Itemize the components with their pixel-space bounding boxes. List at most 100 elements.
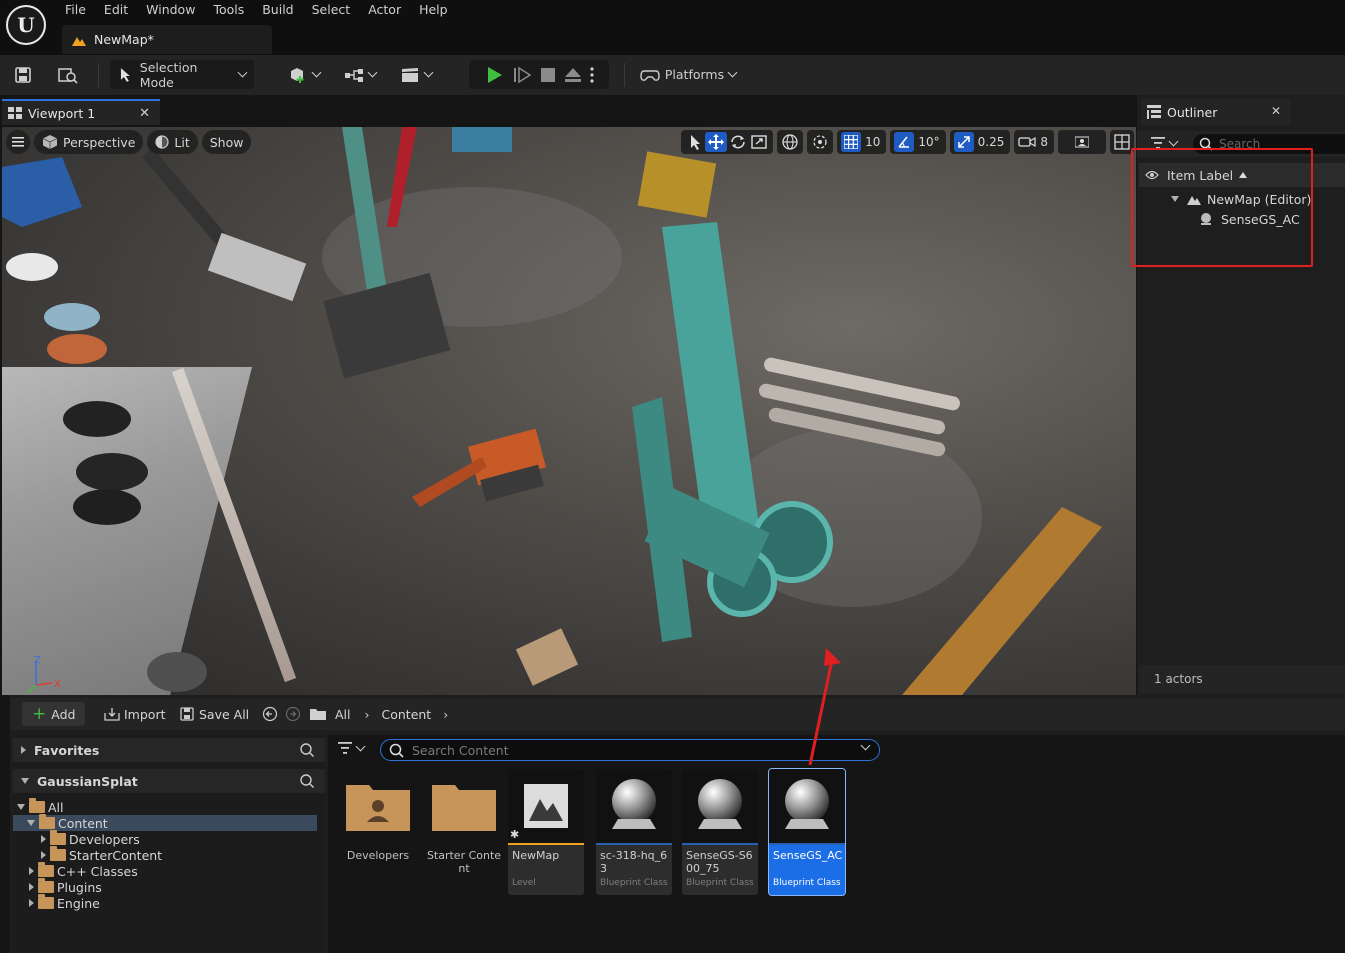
yellow-crane-boom xyxy=(902,507,1102,695)
more-options-icon[interactable] xyxy=(589,66,595,84)
search-icon[interactable] xyxy=(299,773,315,789)
breadcrumb-all[interactable]: All xyxy=(335,707,351,722)
folder-engine[interactable]: Engine xyxy=(29,894,100,911)
expand-arrow-icon[interactable] xyxy=(29,867,34,875)
save-all-button[interactable]: Save All xyxy=(180,703,249,725)
select-arrow-icon[interactable] xyxy=(685,133,705,151)
menu-help[interactable]: Help xyxy=(410,0,457,20)
show-button[interactable]: Show xyxy=(201,130,252,154)
play-icon[interactable] xyxy=(483,66,505,84)
close-icon[interactable]: ✕ xyxy=(1271,104,1281,118)
menu-actor[interactable]: Actor xyxy=(359,0,410,20)
chevron-right-icon[interactable]: › xyxy=(443,707,448,722)
folder-all[interactable]: All xyxy=(17,798,317,815)
cinematics-button[interactable] xyxy=(396,60,436,89)
folder-cpp-classes[interactable]: C++ Classes xyxy=(29,862,138,879)
axis-x-label: X xyxy=(54,679,61,690)
blueprints-button[interactable] xyxy=(340,60,380,89)
rotation-snap-value: 10° xyxy=(918,135,940,149)
expand-arrow-icon[interactable] xyxy=(41,851,46,859)
content-search-input[interactable]: Search Content xyxy=(380,739,880,761)
lit-button[interactable]: Lit xyxy=(147,130,198,154)
browse-button[interactable] xyxy=(54,60,82,89)
sphere-icon xyxy=(785,779,829,829)
asset-tile-developers[interactable]: Developers xyxy=(340,769,416,895)
asset-tile-sensegs-s600[interactable]: SenseGS-S600_75 Blueprint Class xyxy=(682,769,758,895)
viewport-tab[interactable]: Viewport 1 ✕ xyxy=(2,99,160,125)
folder-browse-button[interactable] xyxy=(309,703,327,725)
asset-tile-starter-content[interactable]: Starter Content xyxy=(426,769,502,895)
add-button[interactable]: + Add xyxy=(22,702,86,726)
parked-cars xyxy=(6,253,207,692)
level-viewport[interactable]: Perspective Lit Show 10 10° 0.25 8 Z X xyxy=(2,127,1136,695)
viewport-menu-button[interactable] xyxy=(6,130,30,154)
close-icon[interactable]: ✕ xyxy=(139,106,150,121)
blueprint-thumbnail xyxy=(769,769,845,843)
history-back-button[interactable] xyxy=(262,703,278,725)
step-icon[interactable] xyxy=(511,66,533,84)
expand-arrow-icon[interactable] xyxy=(29,883,34,891)
camera-speed[interactable]: 8 xyxy=(1014,130,1054,154)
asset-type-bar xyxy=(769,843,845,845)
unreal-logo-icon[interactable]: U xyxy=(4,3,48,47)
menu-build[interactable]: Build xyxy=(253,0,302,20)
folder-plugins[interactable]: Plugins xyxy=(29,878,102,895)
selection-mode-dropdown[interactable]: Selection Mode xyxy=(110,60,254,90)
viewport-person-icon xyxy=(1075,136,1089,148)
rotation-snap[interactable]: 10° xyxy=(890,130,946,154)
main-drilling-rig xyxy=(632,222,833,642)
import-button[interactable]: Import xyxy=(104,703,166,725)
menu-edit[interactable]: Edit xyxy=(95,0,137,20)
grid-snap-value: 10 xyxy=(865,135,881,149)
outliner-tab[interactable]: Outliner ✕ xyxy=(1141,99,1291,125)
folder-icon xyxy=(38,878,54,893)
rotate-icon[interactable] xyxy=(727,133,749,151)
breadcrumb-content[interactable]: Content xyxy=(382,707,432,722)
scale-icon[interactable] xyxy=(749,133,769,151)
menu-bar: File Edit Window Tools Build Select Acto… xyxy=(56,0,457,20)
folder-label: StarterContent xyxy=(69,847,163,863)
menu-tools[interactable]: Tools xyxy=(204,0,253,20)
folder-content[interactable]: Content xyxy=(13,814,317,831)
asset-view: Search Content Developers Starter Conten… xyxy=(328,735,1345,953)
asset-tile-sensegs-ac[interactable]: SenseGS_AC Blueprint Class xyxy=(768,768,846,896)
grid-snap[interactable]: 10 xyxy=(837,130,887,154)
hamburger-icon xyxy=(12,137,24,147)
expand-arrow-icon[interactable] xyxy=(21,746,26,754)
chevron-right-icon[interactable]: › xyxy=(365,707,370,722)
project-header[interactable]: GaussianSplat xyxy=(13,769,325,793)
eject-icon[interactable] xyxy=(563,66,583,84)
platforms-dropdown[interactable]: Platforms xyxy=(638,60,738,89)
save-button[interactable] xyxy=(10,60,36,89)
level-thumbnail: ✱ xyxy=(508,769,584,843)
asset-tile-sc-318[interactable]: sc-318-hq_63 Blueprint Class xyxy=(596,769,672,895)
layout-grid-icon xyxy=(1114,134,1130,150)
stop-icon[interactable] xyxy=(539,66,557,84)
world-local-toggle[interactable] xyxy=(777,130,804,154)
folder-developers[interactable]: Developers xyxy=(41,830,140,847)
document-tab[interactable]: NewMap* xyxy=(62,25,272,54)
content-search-placeholder: Search Content xyxy=(412,742,509,758)
menu-window[interactable]: Window xyxy=(137,0,204,20)
maximize-viewport-button[interactable] xyxy=(1058,130,1106,154)
expand-arrow-icon[interactable] xyxy=(41,835,46,843)
history-forward-button[interactable] xyxy=(285,703,301,725)
add-actor-button[interactable] xyxy=(284,60,324,89)
collapse-arrow-icon[interactable] xyxy=(17,804,25,810)
search-icon[interactable] xyxy=(299,742,315,758)
menu-file[interactable]: File xyxy=(56,0,95,20)
asset-tile-newmap[interactable]: ✱ NewMap Level xyxy=(508,769,584,895)
expand-arrow-icon[interactable] xyxy=(29,899,34,907)
collapse-arrow-icon[interactable] xyxy=(27,820,35,826)
favorites-header[interactable]: Favorites xyxy=(13,738,325,762)
surface-snap-toggle[interactable] xyxy=(807,130,834,154)
perspective-button[interactable]: Perspective xyxy=(34,130,144,154)
scale-snap[interactable]: 0.25 xyxy=(949,130,1011,154)
move-tool[interactable] xyxy=(705,132,728,152)
collapse-arrow-icon[interactable] xyxy=(21,778,29,784)
folder-starter-content[interactable]: StarterContent xyxy=(41,846,163,863)
chevron-down-icon[interactable] xyxy=(860,740,871,751)
asset-filter-button[interactable] xyxy=(338,741,366,754)
import-label: Import xyxy=(124,706,166,722)
menu-select[interactable]: Select xyxy=(303,0,360,20)
